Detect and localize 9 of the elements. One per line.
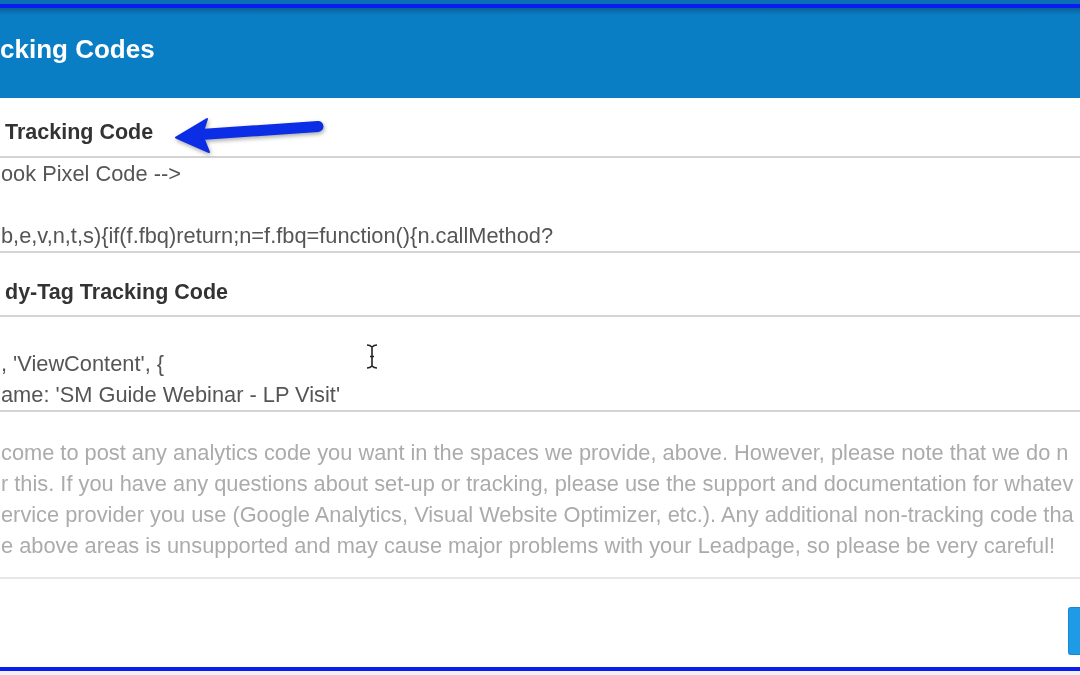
arrow-icon [175,116,326,154]
code-field[interactable]: , 'ViewContent', { ame: 'SM Guide Webinar - LP Visit' [0,315,1080,412]
section-heading: dy-Tag Tracking Code [5,280,228,304]
code-field[interactable]: ook Pixel Code --> b,e,v,n,t,s){if(f.fbq)return;n=f.fbq=function(){n.callMethod? [0,156,1080,253]
text-cursor-icon [366,344,378,369]
action-button[interactable] [1068,606,1080,655]
notice-text: come to post any analytics code you want in the spaces we provide, above. However, please note that we do n r this. If you have any questions about set-up or tracking, please use the support and documentation for whatev ervice provider you use (Google Analytics, Visual Website Optimizer, etc.). Any additional non-tracking code tha e above areas is unsupported and may cause major problems with your Leadpage, so please be very careful! [0,438,1075,561]
modal-title: cking Codes [0,33,155,65]
section-heading: Tracking Code [5,120,154,144]
